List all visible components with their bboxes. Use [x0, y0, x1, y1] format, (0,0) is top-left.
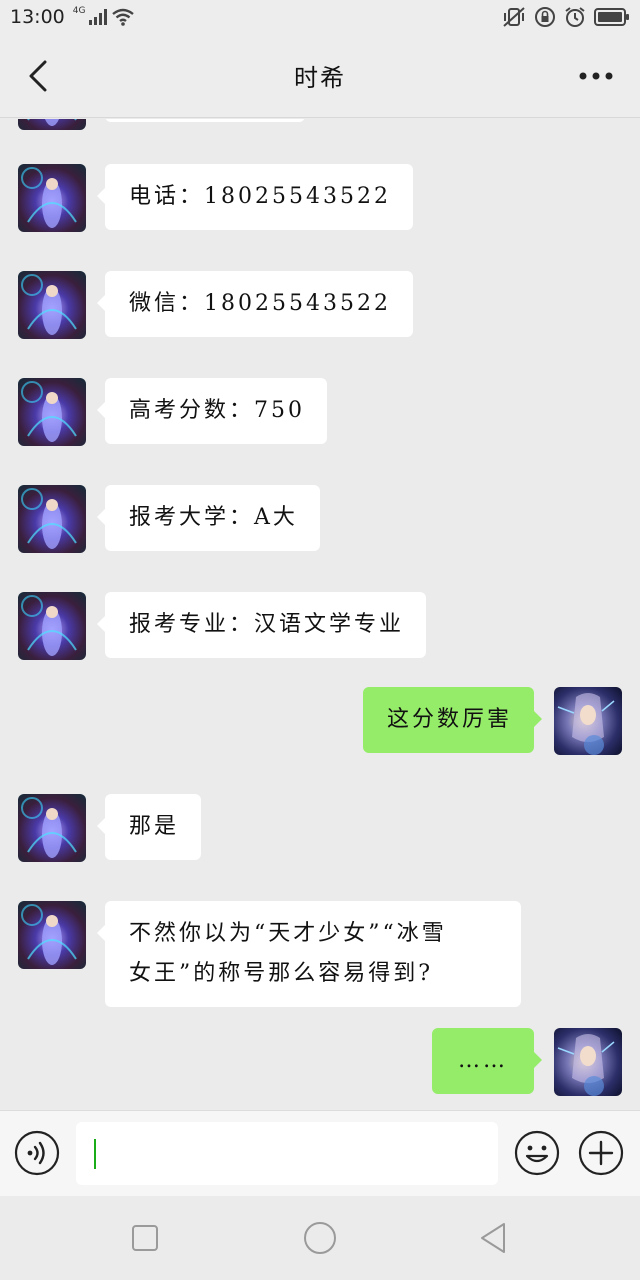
message-bubble[interactable]: 高考分数：750: [97, 378, 327, 444]
contact-avatar[interactable]: [18, 794, 86, 862]
contact-avatar[interactable]: [18, 378, 86, 446]
message-bubble[interactable]: 不然你以为“天才少女”“冰雪 女王”的称号那么容易得到?: [97, 901, 521, 1007]
message-bubble[interactable]: 电话：18025543522: [97, 164, 413, 230]
chat-title: 时希: [294, 64, 346, 92]
contact-avatar[interactable]: [18, 901, 86, 969]
chat-header: 时希: [0, 34, 640, 118]
message-bubble[interactable]: 报考专业：汉语文学专业: [96, 592, 427, 658]
message-bubble[interactable]: [105, 119, 305, 122]
system-navigation-bar: [0, 1196, 640, 1280]
message-bubble[interactable]: 微信：18025543522: [97, 271, 413, 337]
message-bubble[interactable]: 那是: [96, 794, 202, 860]
contact-avatar[interactable]: [18, 592, 86, 660]
contact-avatar[interactable]: [18, 164, 86, 232]
more-options-button[interactable]: [574, 56, 618, 96]
status-time: 13:00: [10, 6, 65, 28]
triangle-back-icon: [481, 1223, 505, 1253]
message-bubble[interactable]: 报考大学：A大: [97, 485, 320, 551]
network-type-label: 4G: [72, 6, 86, 16]
wifi-icon: [112, 8, 135, 26]
contact-avatar[interactable]: [18, 119, 86, 130]
voice-input-button[interactable]: [14, 1130, 60, 1176]
alarm-icon: [565, 7, 585, 27]
text-cursor: [94, 1139, 96, 1169]
status-bar: 13:00 4G: [0, 0, 640, 34]
contact-avatar[interactable]: [18, 271, 86, 339]
square-icon: [132, 1225, 158, 1251]
emoji-icon: [514, 1130, 560, 1176]
contact-avatar[interactable]: [18, 485, 86, 553]
message-input[interactable]: [76, 1122, 498, 1185]
signal-icon: [89, 9, 108, 25]
chat-message-list[interactable]: 电话：18025543522 微信：18025543522 高考分数：750 报…: [0, 119, 640, 1110]
battery-icon: [594, 8, 629, 26]
sent-message-bubble[interactable]: ……: [432, 1028, 542, 1094]
plus-icon: [578, 1130, 624, 1176]
my-avatar[interactable]: [554, 1028, 622, 1096]
lock-rotation-icon: [535, 7, 555, 27]
input-bar: [0, 1110, 640, 1196]
voice-icon: [14, 1130, 60, 1176]
emoji-button[interactable]: [514, 1130, 560, 1176]
circle-icon: [304, 1222, 336, 1254]
recent-apps-button[interactable]: [127, 1220, 163, 1256]
more-dots-icon: [579, 72, 613, 80]
more-functions-button[interactable]: [578, 1130, 624, 1176]
vibrate-icon: [503, 7, 525, 27]
sent-message-bubble[interactable]: 这分数厉害: [362, 687, 543, 753]
my-avatar[interactable]: [554, 687, 622, 755]
home-button[interactable]: [302, 1220, 338, 1256]
nav-back-button[interactable]: [476, 1220, 512, 1256]
